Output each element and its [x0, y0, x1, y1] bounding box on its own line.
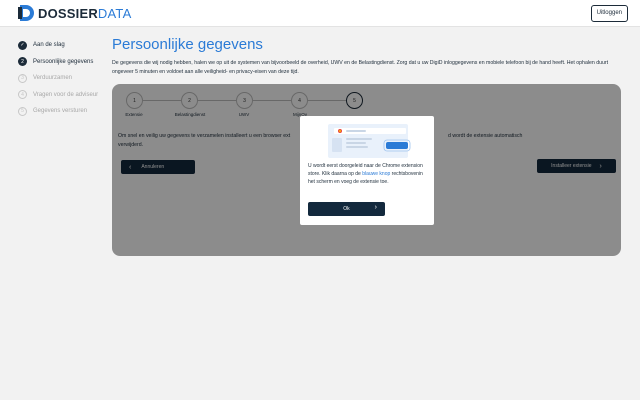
step-number: 5 — [18, 106, 27, 116]
logout-button[interactable]: Uitloggen — [590, 5, 628, 22]
dialog-highlight: blauwe knop — [362, 171, 391, 177]
logo-light-text: DATA — [97, 5, 132, 21]
step-number: 3 — [18, 73, 27, 83]
dialog-message: U wordt eerst doorgeleid naar de Chrome … — [308, 162, 428, 186]
intro-text: De gegevens die wij nodig hebben, halen … — [112, 60, 609, 75]
check-icon: ✓ — [18, 40, 27, 50]
sidebar-step-versturen: 5 Gegevens versturen — [18, 103, 108, 120]
logo-icon — [18, 4, 34, 22]
step-label: Persoonlijke gegevens — [33, 58, 94, 65]
sidebar-step-persoonlijke-gegevens[interactable]: 2 Persoonlijke gegevens — [18, 54, 108, 71]
top-header: DOSSIERDATA Uitloggen — [0, 0, 640, 27]
step-number: 4 — [18, 90, 27, 100]
logo-wordmark: DOSSIERDATA — [38, 6, 131, 21]
step-label: Vragen voor de adviseur — [33, 91, 99, 98]
step-number: 2 — [18, 57, 27, 67]
dossierdata-logo[interactable]: DOSSIERDATA — [18, 4, 131, 22]
sidebar-steps: ✓ Aan de slag 2 Persoonlijke gegevens 3 … — [18, 37, 108, 120]
step-label: Aan de slag — [33, 42, 65, 49]
ok-button[interactable]: Ok › — [308, 202, 385, 216]
sidebar-step-aan-de-slag[interactable]: ✓ Aan de slag — [18, 37, 108, 54]
step-label: Gegevens versturen — [33, 108, 88, 115]
ok-button-label: Ok — [343, 206, 350, 212]
sidebar-step-vragen: 4 Vragen voor de adviseur — [18, 87, 108, 104]
step-label: Verduurzamen — [33, 75, 73, 82]
sidebar-step-verduurzamen: 3 Verduurzamen — [18, 70, 108, 87]
page-title: Persoonlijke gegevens — [112, 36, 263, 53]
logo-bold-text: DOSSIER — [38, 5, 98, 21]
chrome-store-dialog: U wordt eerst doorgeleid naar de Chrome … — [300, 116, 434, 225]
chevron-right-icon: › — [374, 204, 377, 211]
browser-illustration — [310, 122, 424, 162]
